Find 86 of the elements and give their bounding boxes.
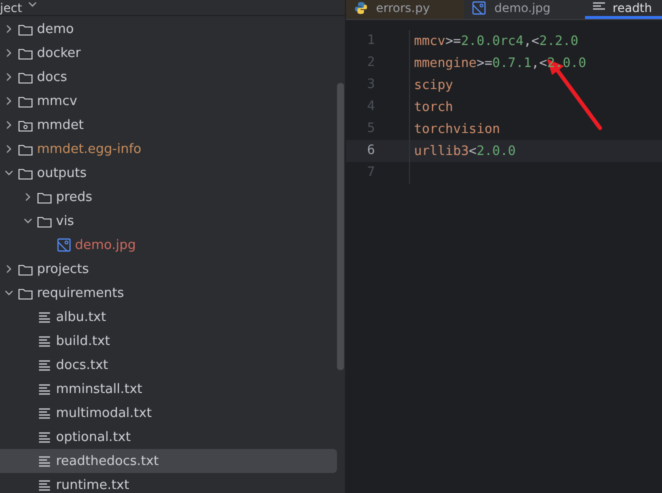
- file-name: build.txt: [56, 334, 110, 348]
- tree-row[interactable]: docs.txt: [0, 353, 337, 377]
- tree-row[interactable]: preds: [0, 185, 337, 209]
- folder-icon: [18, 286, 33, 300]
- code-line: torchvision: [413, 122, 500, 136]
- folder-name: mmdet: [37, 118, 84, 132]
- folder-icon: [37, 214, 52, 228]
- file-name: multimodal.txt: [56, 406, 152, 420]
- folder-icon: [18, 70, 33, 84]
- chevron-icon: [23, 216, 33, 226]
- folder-icon: [18, 262, 33, 276]
- module-folder-icon: [18, 118, 33, 132]
- tree-row[interactable]: runtime.txt: [0, 473, 337, 493]
- tree-row[interactable]: mminstall.txt: [0, 377, 337, 401]
- dropdown-caret-icon: [28, 0, 38, 9]
- folder-icon: [18, 22, 33, 36]
- chevron-icon: [4, 120, 14, 130]
- tree-row[interactable]: optional.txt: [0, 425, 337, 449]
- code-line: torch: [413, 100, 454, 114]
- chevron-icon: [4, 144, 14, 154]
- python-file-icon: [354, 1, 368, 15]
- text-file-icon: [38, 383, 52, 395]
- text-file-icon: [38, 455, 52, 467]
- code-line: scipy: [413, 78, 454, 92]
- folder-name: mmdet.egg-info: [37, 142, 142, 156]
- image-file-icon: [56, 238, 70, 252]
- folder-name: docker: [37, 46, 81, 60]
- tree-row[interactable]: albu.txt: [0, 305, 337, 329]
- tree-row[interactable]: projects: [0, 257, 337, 281]
- folder-name: outputs: [37, 166, 87, 180]
- file-name: readthedocs.txt: [56, 454, 159, 468]
- tree-row[interactable]: docs: [0, 65, 337, 89]
- folder-name: vis: [56, 214, 74, 228]
- line-number: 6: [346, 140, 410, 162]
- folder-name: requirements: [37, 286, 124, 300]
- file-name: optional.txt: [56, 430, 131, 444]
- chevron-icon: [4, 24, 14, 34]
- tree-row[interactable]: mmcv: [0, 89, 337, 113]
- tree-row[interactable]: docker: [0, 41, 337, 65]
- tree-row[interactable]: build.txt: [0, 329, 337, 353]
- chevron-icon: [23, 192, 33, 202]
- tree-row[interactable]: mmdet: [0, 113, 337, 137]
- folder-name: docs: [37, 70, 68, 84]
- editor-tab[interactable]: demo.jpg: [464, 0, 583, 19]
- chevron-icon: [4, 168, 14, 178]
- chevron-icon: [4, 72, 14, 82]
- folder-name: mmcv: [37, 94, 78, 108]
- tree-row[interactable]: requirements: [0, 281, 337, 305]
- file-name: runtime.txt: [56, 478, 130, 492]
- chevron-icon: [4, 288, 14, 298]
- text-file-icon: [592, 1, 605, 11]
- folder-icon: [18, 142, 33, 156]
- folder-name: demo: [37, 22, 74, 36]
- tree-row[interactable]: vis: [0, 209, 337, 233]
- editor-tab[interactable]: errors.py: [346, 0, 464, 19]
- editor-tab[interactable]: readth: [584, 0, 662, 19]
- text-file-icon: [38, 407, 52, 419]
- code-line: urllib3<2.0.0: [413, 144, 516, 158]
- text-file-icon: [38, 311, 52, 323]
- chevron-icon: [4, 264, 14, 274]
- tree-row[interactable]: demo: [0, 17, 337, 41]
- folder-icon: [18, 46, 33, 60]
- file-name: albu.txt: [56, 310, 106, 324]
- tree-row[interactable]: readthedocs.txt: [0, 449, 337, 473]
- folder-name: projects: [37, 262, 89, 276]
- file-name: docs.txt: [56, 358, 108, 372]
- image-file-icon: [472, 1, 486, 15]
- folder-icon: [37, 190, 52, 204]
- tree-row[interactable]: multimodal.txt: [0, 401, 337, 425]
- text-file-icon: [38, 479, 52, 491]
- tree-row[interactable]: demo.jpg: [0, 233, 337, 257]
- folder-icon: [18, 94, 33, 108]
- code-line: mmcv>=2.0.0rc4,<2.2.0: [413, 34, 578, 48]
- panel-title[interactable]: ject: [0, 1, 22, 15]
- file-name: mminstall.txt: [56, 382, 142, 396]
- tree-row[interactable]: outputs: [0, 161, 337, 185]
- chevron-icon: [4, 48, 14, 58]
- file-name: demo.jpg: [75, 238, 136, 252]
- chevron-icon: [4, 96, 14, 106]
- scrollbar[interactable]: [337, 83, 344, 370]
- text-file-icon: [38, 335, 52, 347]
- folder-icon: [18, 166, 33, 180]
- folder-name: preds: [56, 190, 92, 204]
- text-file-icon: [38, 359, 52, 371]
- text-file-icon: [38, 431, 52, 443]
- tree-row[interactable]: mmdet.egg-info: [0, 137, 337, 161]
